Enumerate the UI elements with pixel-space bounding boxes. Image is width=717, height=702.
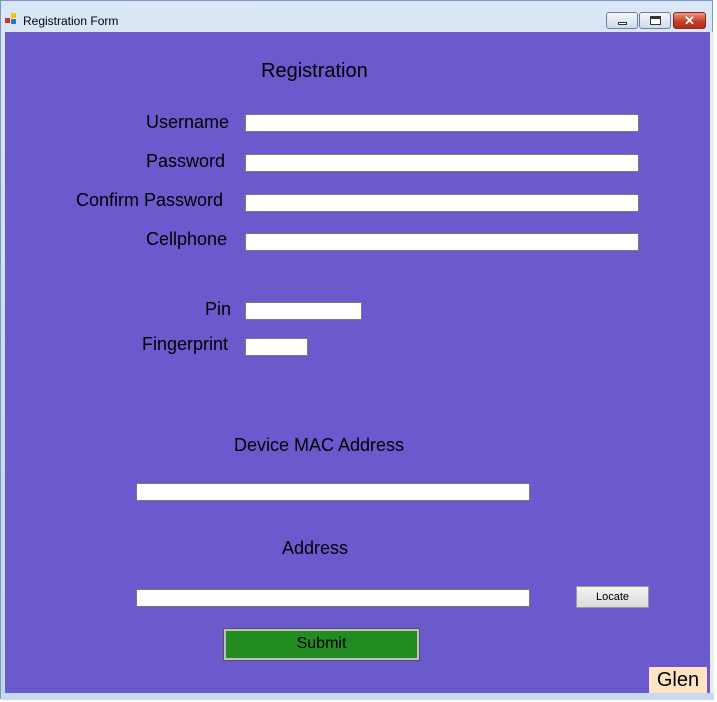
author-tag: Glen <box>649 667 707 693</box>
cellphone-input[interactable] <box>245 233 639 251</box>
username-input[interactable] <box>245 114 639 132</box>
password-label: Password <box>146 151 226 171</box>
maximize-button[interactable] <box>639 12 671 29</box>
minimize-button[interactable] <box>606 12 638 29</box>
address-label: Address <box>282 538 349 558</box>
close-icon: ✕ <box>684 13 695 28</box>
mac-address-input[interactable] <box>136 483 530 501</box>
pin-input[interactable] <box>245 302 362 320</box>
window-right-edge <box>710 32 714 693</box>
maximize-icon <box>650 16 661 25</box>
window-title: Registration Form <box>23 14 119 28</box>
app-icon <box>5 13 18 24</box>
minimize-icon <box>618 22 627 25</box>
username-label: Username <box>146 112 230 132</box>
window-bottom-edge <box>1 693 714 700</box>
fingerprint-input[interactable] <box>245 338 308 356</box>
registration-window: Registration Form ✕ Registration Usernam… <box>0 0 714 700</box>
confirm-password-input[interactable] <box>245 194 639 212</box>
form-heading: Registration <box>261 60 368 82</box>
close-button[interactable]: ✕ <box>673 12 706 29</box>
password-input[interactable] <box>245 154 639 172</box>
confirm-password-label: Confirm Password <box>76 190 224 210</box>
address-input[interactable] <box>136 589 530 607</box>
submit-button[interactable]: Submit <box>223 628 420 661</box>
fingerprint-label: Fingerprint <box>142 334 229 354</box>
title-bar[interactable]: Registration Form ✕ <box>1 1 712 32</box>
form-client-area: Registration Username Password Confirm P… <box>5 32 710 693</box>
mac-address-label: Device MAC Address <box>234 435 405 455</box>
pin-label: Pin <box>205 299 232 319</box>
locate-button[interactable]: Locate <box>576 586 649 608</box>
cellphone-label: Cellphone <box>146 229 228 249</box>
